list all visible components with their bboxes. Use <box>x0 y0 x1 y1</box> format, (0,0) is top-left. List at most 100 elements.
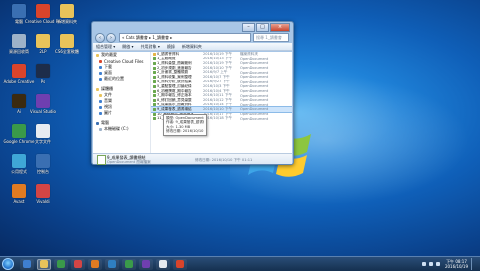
folder-icon <box>99 127 102 131</box>
desktop-icon-image <box>60 34 74 48</box>
folder-icon <box>153 52 156 56</box>
desktop-icon[interactable]: Visual Studio <box>25 94 61 114</box>
minimize-button[interactable]: – <box>242 23 255 32</box>
desktop-icon-image <box>36 34 50 48</box>
desktop-icon-image <box>36 184 50 198</box>
document-icon <box>153 75 156 79</box>
taskbar-app-button[interactable] <box>88 258 102 270</box>
desktop-icon[interactable]: 文字文件 <box>25 124 61 144</box>
taskbar: 下午 08:17 2016/10/19 <box>0 256 480 271</box>
document-icon <box>153 84 156 88</box>
volume-icon[interactable] <box>428 262 433 266</box>
app-icon <box>91 260 99 268</box>
file-type: OpenDocument <box>240 89 269 94</box>
address-bar-row: ‹ › « Cats 讀書會 ▸ 1_讀書會 ▸ 搜尋 1_讀書會 <box>95 32 289 43</box>
desktop-icon[interactable]: Vivaldi <box>25 184 61 204</box>
clock[interactable]: 下午 08:17 2016/10/19 <box>445 259 468 269</box>
navigation-pane: 我的最愛 Creative Cloud Files 下載 桌面 最近的位置 媒體櫃 文件 音樂… <box>93 52 151 153</box>
taskbar-app-button[interactable] <box>139 258 153 270</box>
taskbar-app-button[interactable] <box>173 258 187 270</box>
folder-icon <box>99 111 102 115</box>
app-icon <box>125 260 133 268</box>
document-icon <box>153 98 156 102</box>
taskbar-app-button[interactable] <box>20 258 34 270</box>
window-controls: – □ × <box>241 23 290 32</box>
desktop-icon[interactable]: 控制台 <box>25 154 61 174</box>
nav-item-label: 本機磁碟 (C:) <box>104 126 129 131</box>
desktop-icon-image <box>60 4 74 18</box>
details-pane: 9_成果發表_讀書總結 OpenDocument 簡報檔案 修改日期: 2016… <box>93 153 292 165</box>
document-icon <box>153 94 156 98</box>
flag-icon[interactable] <box>435 262 440 266</box>
desktop-icon-image <box>12 94 26 108</box>
taskbar-app-button[interactable] <box>37 258 51 270</box>
toolbar-button[interactable]: 開啟 ▾ <box>122 44 133 50</box>
taskbar-apps <box>20 258 190 270</box>
desktop-icon-label: Ps <box>40 79 46 84</box>
nav-item-label: 最近的位置 <box>104 76 124 81</box>
file-type: OpenDocument <box>240 112 269 117</box>
document-icon <box>97 155 106 165</box>
taskbar-app-button[interactable] <box>122 258 136 270</box>
folder-icon <box>96 53 99 57</box>
desktop-icon-label: Visual Studio <box>30 109 56 114</box>
file-type: OpenDocument <box>240 98 269 103</box>
desktop-icon-image <box>36 94 50 108</box>
taskbar-app-button[interactable] <box>71 258 85 270</box>
back-icon[interactable]: ‹ <box>95 32 105 43</box>
toolbar-button[interactable]: 新增資料夾 <box>182 44 202 50</box>
forward-icon[interactable]: › <box>106 32 116 43</box>
app-icon <box>108 260 116 268</box>
desktop-icon-label: CS6全套軟體 <box>55 49 79 54</box>
nav-item-label: 我的最愛 <box>101 52 117 57</box>
app-icon <box>23 260 31 268</box>
document-icon <box>153 107 156 111</box>
desktop-icon-label: 文字文件 <box>35 139 51 144</box>
file-type: OpenDocument <box>240 79 269 84</box>
document-icon <box>153 61 156 65</box>
desktop-icon-label: 控制台 <box>37 169 49 174</box>
clock-date: 2016/10/19 <box>444 264 468 269</box>
search-input[interactable]: 搜尋 1_讀書會 <box>253 33 289 42</box>
desktop-icon-image <box>12 34 26 48</box>
desktop-icon-image <box>36 64 50 78</box>
folder-icon <box>99 93 102 97</box>
desktop-icon[interactable]: 新增資料夾 <box>49 4 85 24</box>
folder-icon <box>99 99 102 103</box>
taskbar-app-button[interactable] <box>105 258 119 270</box>
close-button[interactable]: × <box>270 23 290 32</box>
breadcrumb[interactable]: « Cats 讀書會 ▸ 1_讀書會 ▸ <box>119 33 251 42</box>
app-icon <box>40 260 48 268</box>
document-icon <box>153 112 156 116</box>
folder-icon <box>99 105 102 109</box>
explorer-body: 我的最愛 Creative Cloud Files 下載 桌面 最近的位置 媒體櫃 文件 音樂… <box>93 52 292 153</box>
taskbar-app-button[interactable] <box>156 258 170 270</box>
desktop-icon-image <box>36 124 50 138</box>
start-button[interactable] <box>2 258 14 270</box>
details-file-type: OpenDocument 簡報檔案 <box>107 159 151 164</box>
desktop-icon-label: Vivaldi <box>36 199 50 204</box>
document-icon <box>153 103 156 107</box>
taskbar-app-button[interactable] <box>54 258 68 270</box>
desktop-icon-image <box>12 64 26 78</box>
nav-item[interactable]: 本機磁碟 (C:) <box>93 126 150 132</box>
file-type: OpenDocument <box>240 84 269 89</box>
toolbar-button[interactable]: 組合管理 ▾ <box>96 44 115 50</box>
file-type: OpenDocument <box>240 93 269 98</box>
show-desktop-button[interactable] <box>471 258 476 270</box>
document-icon <box>153 66 156 70</box>
folder-icon <box>96 121 99 125</box>
desktop-icon[interactable]: Ps <box>25 64 61 84</box>
maximize-button[interactable]: □ <box>256 23 269 32</box>
folder-icon <box>99 65 102 69</box>
app-icon <box>57 260 65 268</box>
desktop-icon-image <box>12 184 26 198</box>
tooltip-line: 修改日期: 2016/10/10 下午 10:33 <box>166 129 204 134</box>
toolbar-button[interactable]: 燒錄 <box>167 44 175 50</box>
file-type: OpenDocument <box>240 107 269 112</box>
desktop-icon[interactable]: CS6全套軟體 <box>49 34 85 54</box>
file-type: 檔案資料夾 <box>240 52 258 56</box>
app-icon <box>74 260 82 268</box>
network-icon[interactable] <box>421 262 426 266</box>
toolbar-button[interactable]: 共用對象 ▾ <box>141 44 160 50</box>
